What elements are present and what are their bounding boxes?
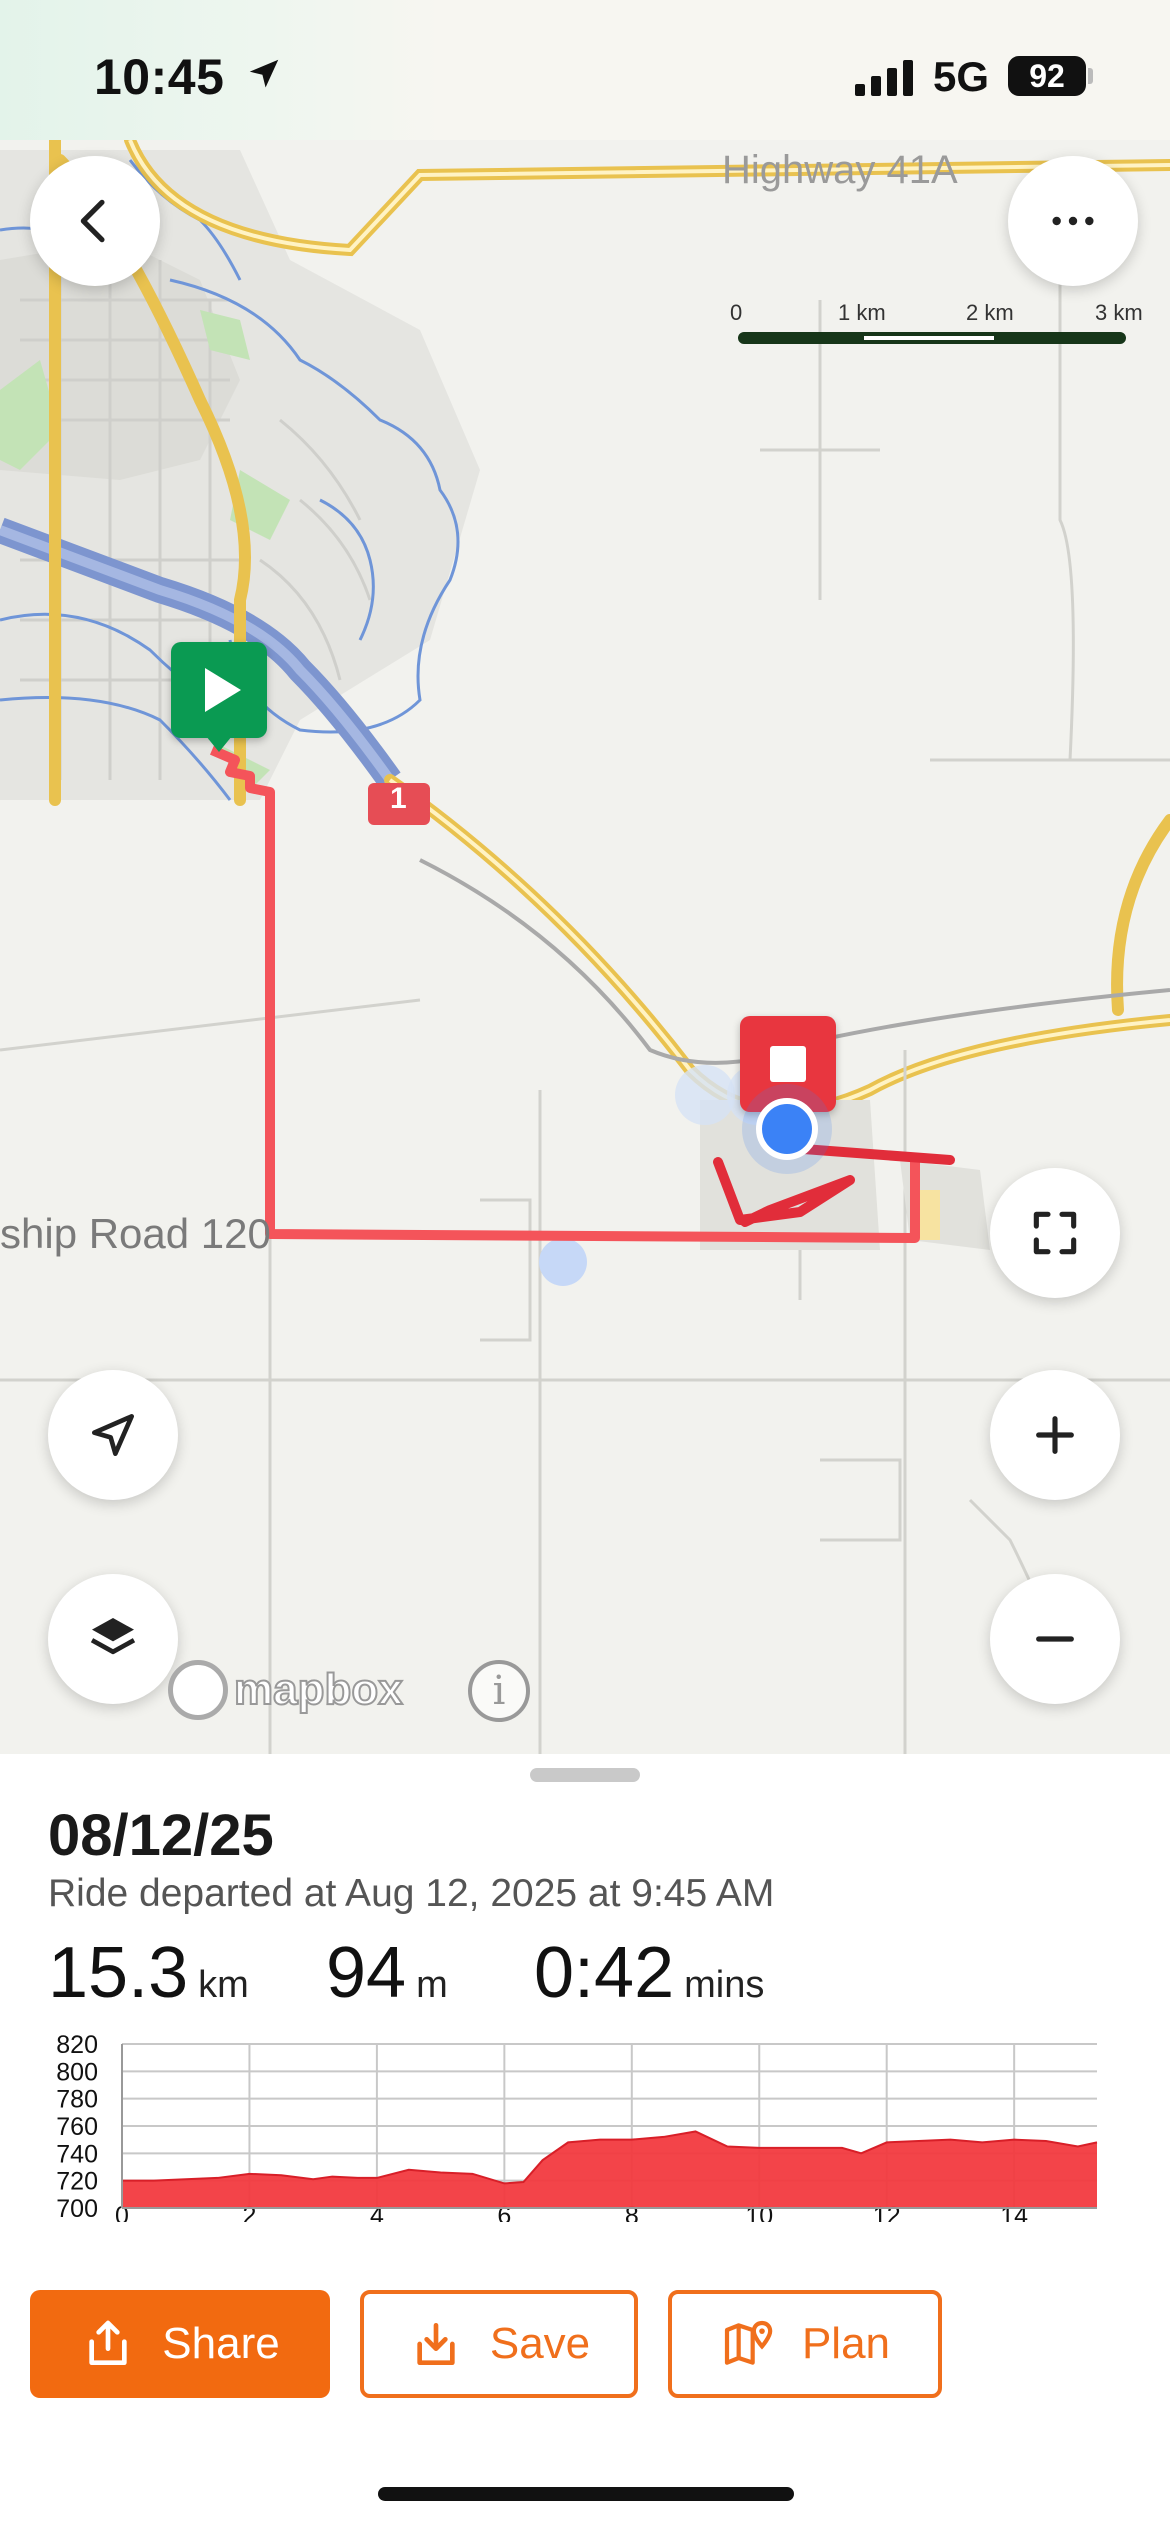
status-bar: 10:45 5G 92 (0, 0, 1170, 140)
elevation-value: 94 (326, 1933, 407, 2013)
signal-bars-icon (855, 60, 913, 96)
highway-label: Highway 41A (722, 148, 958, 192)
y-tick-label: 720 (56, 2168, 98, 2196)
y-tick-label: 740 (56, 2140, 98, 2168)
save-label: Save (489, 2319, 591, 2368)
network-type: 5G (933, 53, 990, 100)
scale-seg-a (742, 336, 864, 340)
y-tick-label: 700 (56, 2195, 98, 2222)
scale-label-1: 1 km (838, 300, 886, 325)
scale-label-2: 2 km (966, 300, 1014, 325)
elevation-chart[interactable]: 820800780760740720700 0 2 4 6 8 10 12 14 (0, 2022, 1170, 2222)
elevation-unit: m (416, 1964, 448, 2006)
layers-icon (90, 1618, 136, 1655)
map-pin-icon (724, 2320, 773, 2365)
locate-button[interactable] (48, 1370, 178, 1500)
duration-unit: mins (684, 1964, 765, 2006)
share-label: Share (162, 2319, 280, 2368)
ride-stats: 15.3 km 94 m 0:42 mins (48, 1932, 1148, 2022)
road-label: ship Road 120 (0, 1210, 271, 1257)
status-time: 10:45 (94, 49, 225, 105)
download-icon (417, 2323, 455, 2365)
battery-tip (1088, 68, 1093, 84)
mapbox-attribution: mapbox (233, 1664, 404, 1715)
more-button[interactable] (1008, 156, 1138, 286)
mapbox-logo[interactable]: mapbox (168, 1660, 404, 1720)
back-button[interactable] (30, 156, 160, 286)
route-shield-label: 1 (390, 782, 407, 815)
distance-unit: km (198, 1964, 249, 2006)
ride-date: 08/12/25 (48, 1803, 274, 1868)
play-icon (205, 668, 241, 712)
map-base-layer (0, 140, 1170, 1754)
chevron-left-icon (80, 199, 105, 243)
mapbox-mark-icon (168, 1660, 228, 1720)
elevation-area (122, 2131, 1097, 2208)
share-button[interactable]: Share (30, 2290, 330, 2398)
fullscreen-icon (1033, 1211, 1077, 1255)
scale-bar: 0 1 km 2 km 3 km (730, 300, 1160, 360)
share-icon (89, 2320, 127, 2365)
minus-icon (1036, 1636, 1074, 1642)
duration-value: 0:42 (534, 1933, 675, 2013)
scale-label-3: 3 km (1095, 300, 1143, 325)
y-tick-label: 800 (56, 2058, 98, 2086)
navigation-arrow-icon (92, 1414, 135, 1456)
scale-track (738, 332, 1126, 344)
home-indicator[interactable] (378, 2487, 794, 2501)
start-marker-pointer (206, 736, 232, 752)
plan-button[interactable]: Plan (668, 2290, 942, 2398)
ride-detail-screen: 10:45 5G 92 Highway 41A ship Road 120 1 … (0, 0, 1170, 2532)
save-button[interactable]: Save (360, 2290, 638, 2398)
duration-stat: 0:42 mins (534, 1932, 764, 2014)
layers-button[interactable] (48, 1574, 178, 1704)
y-tick-label: 760 (56, 2113, 98, 2141)
more-horizontal-icon (1052, 216, 1094, 226)
distance-stat: 15.3 km (48, 1932, 249, 2014)
stop-icon (770, 1046, 806, 1082)
sheet-grabber[interactable] (530, 1768, 640, 1782)
plan-label: Plan (801, 2319, 891, 2368)
scale-seg-b (994, 336, 1122, 340)
start-marker[interactable] (171, 642, 267, 738)
y-tick-label: 780 (56, 2086, 98, 2114)
zoom-in-button[interactable] (990, 1370, 1120, 1500)
map-info-button[interactable]: i (468, 1660, 530, 1722)
fullscreen-button[interactable] (990, 1168, 1120, 1298)
y-tick-label: 820 (56, 2031, 98, 2059)
distance-value: 15.3 (48, 1933, 189, 2013)
zoom-out-button[interactable] (990, 1574, 1120, 1704)
route-map[interactable]: Highway 41A ship Road 120 1 0 1 km 2 km … (0, 140, 1170, 1754)
ride-subtitle: Ride departed at Aug 12, 2025 at 9:45 AM (48, 1872, 775, 1915)
ride-summary-sheet: 08/12/25 Ride departed at Aug 12, 2025 a… (0, 1754, 1170, 2532)
scale-label-0: 0 (730, 300, 743, 325)
elevation-stat: 94 m (326, 1932, 448, 2014)
user-location-dot (756, 1098, 818, 1160)
plus-icon (1036, 1416, 1074, 1454)
battery-level: 92 (1008, 56, 1086, 96)
location-arrow-icon (249, 59, 279, 88)
